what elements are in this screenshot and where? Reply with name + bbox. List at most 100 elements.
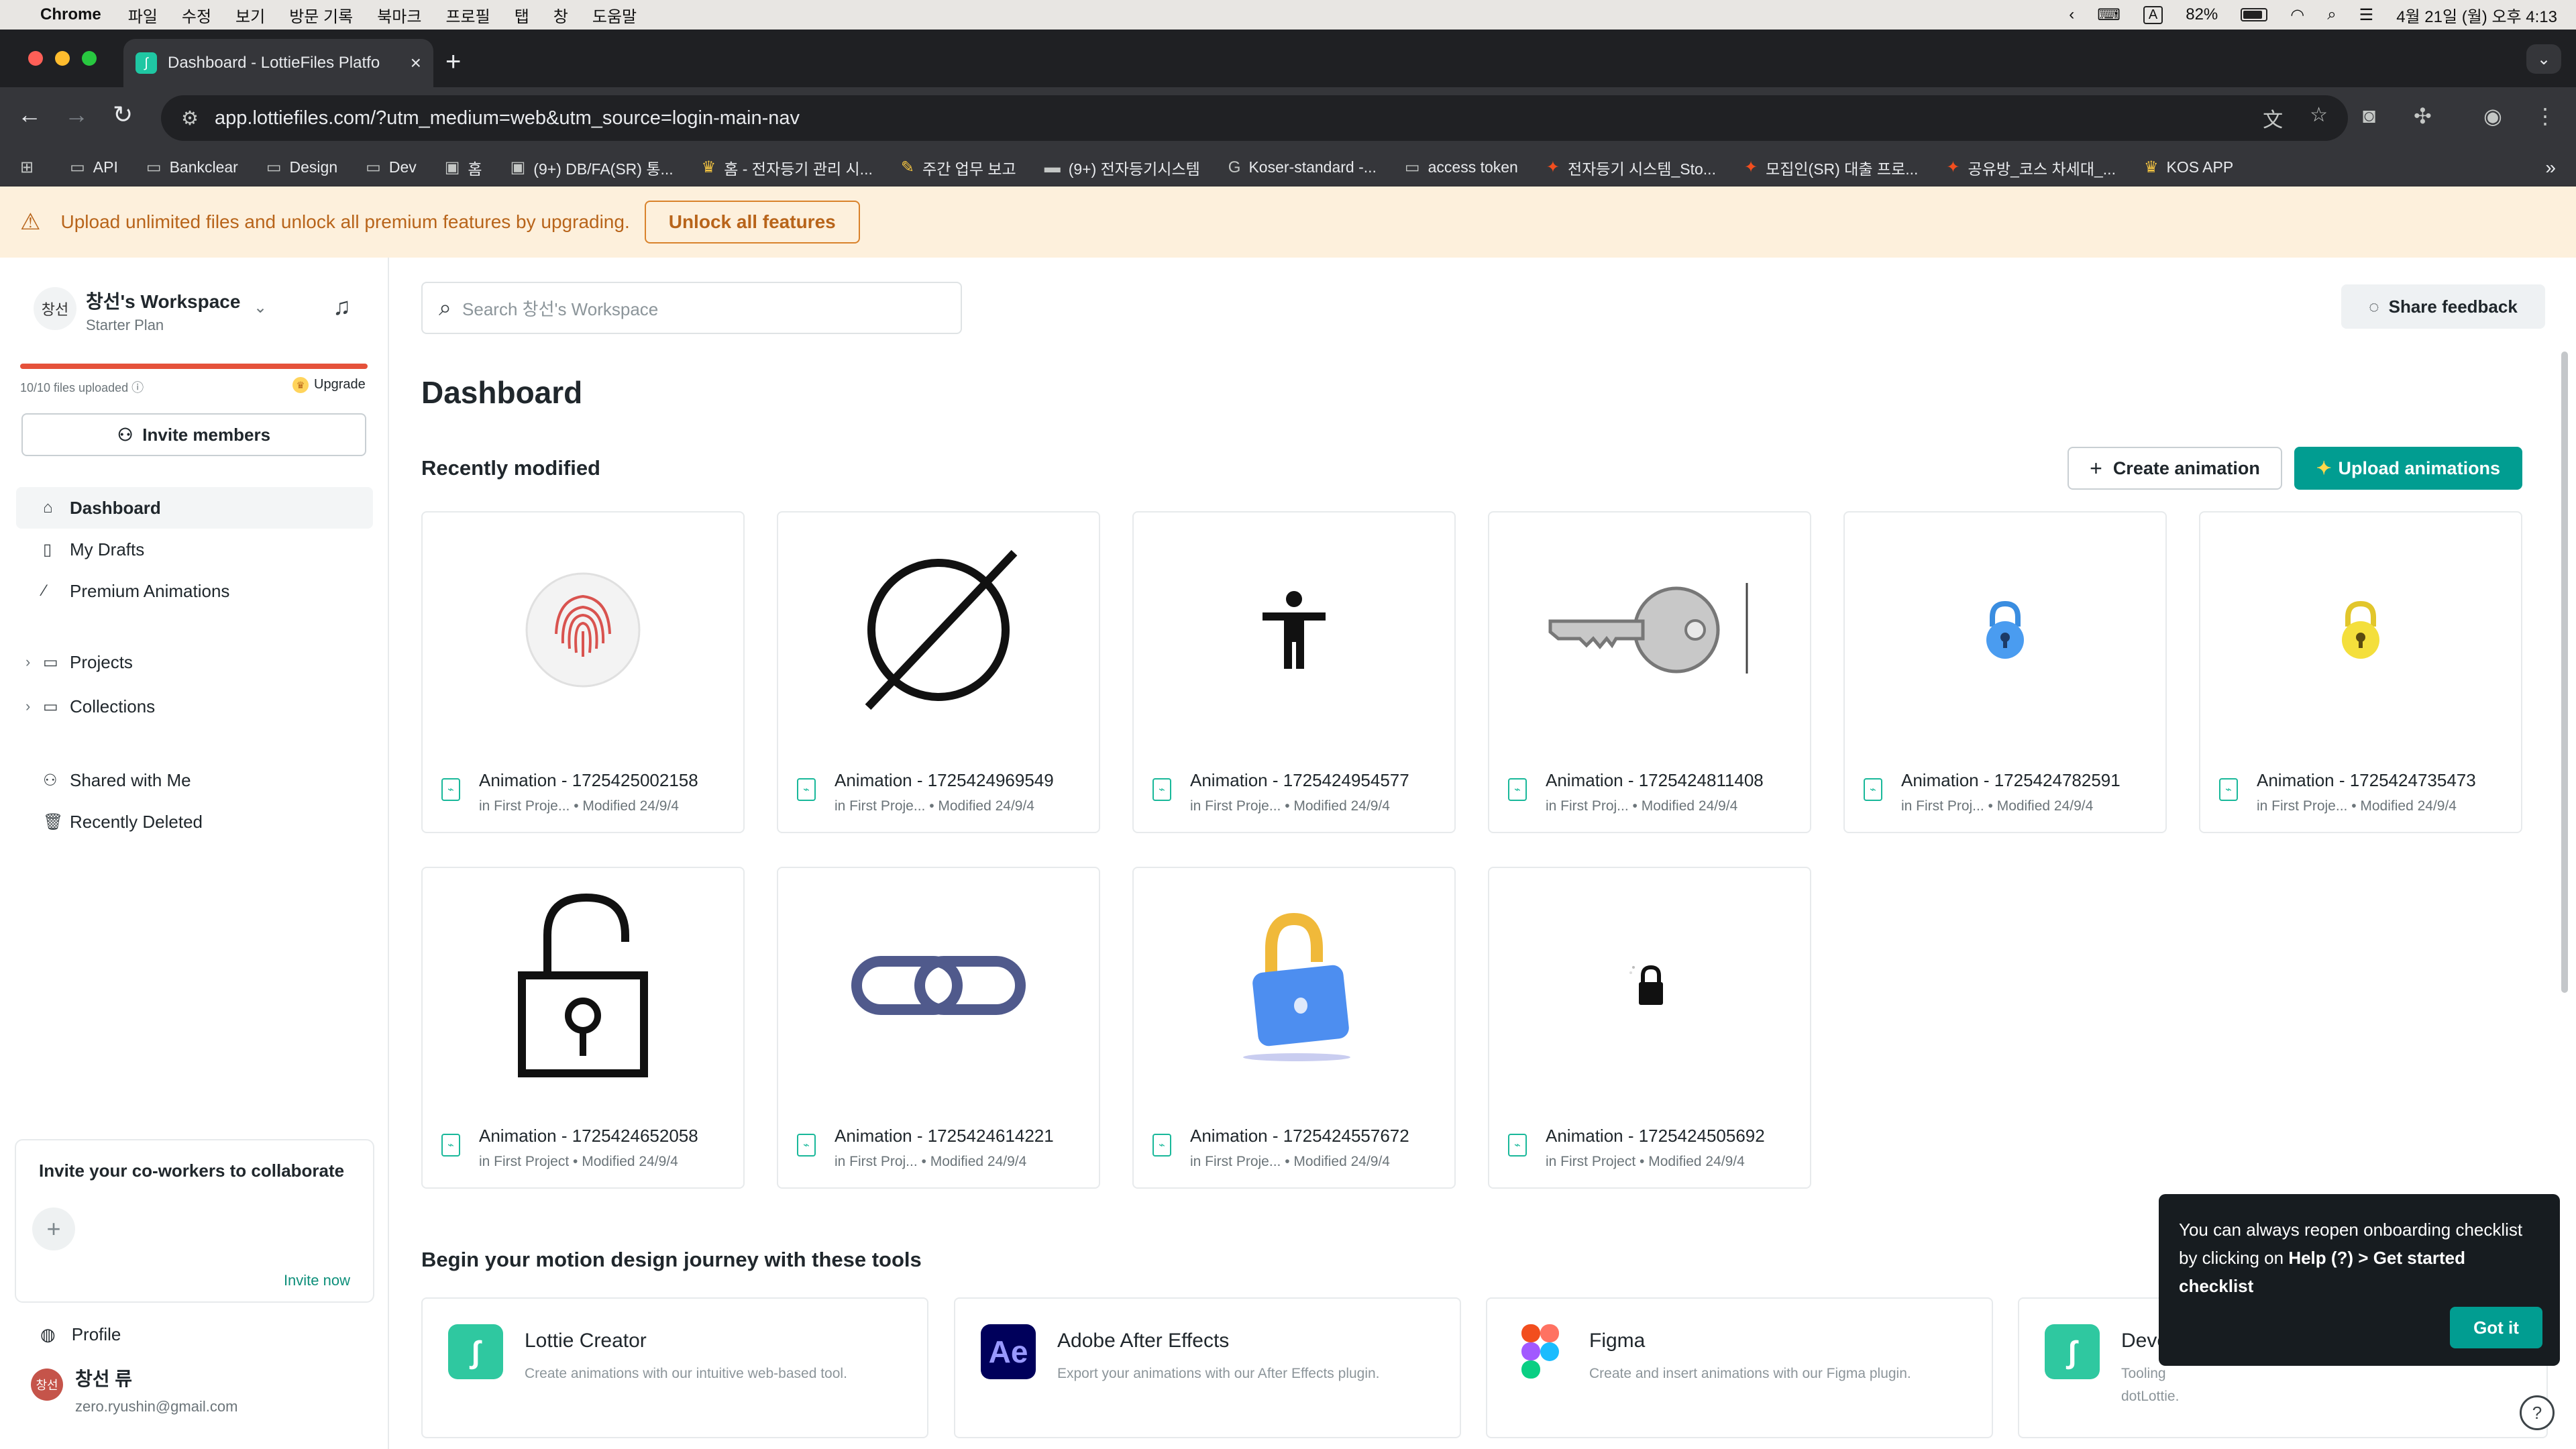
user-avatar[interactable]: 창선 [31,1368,63,1401]
new-tab-icon[interactable]: + [445,47,461,77]
sidebar-item-dashboard[interactable]: ⌂ Dashboard [16,487,373,529]
bookmark-star-icon[interactable]: ☆ [2310,103,2328,133]
info-icon[interactable]: ⓘ [131,381,144,394]
animation-card[interactable]: ⌁ Animation - 1725424505692 in First Pro… [1488,867,1811,1189]
animation-card[interactable]: ⌁ Animation - 1725424969549 in First Pro… [777,511,1100,833]
animation-card[interactable]: ⌁ Animation - 1725424557672 in First Pro… [1132,867,1456,1189]
bookmark-registry-admin[interactable]: ♛ 홈 - 전자등기 관리 시... [702,156,873,179]
menu-file[interactable]: 파일 [128,3,158,27]
app-menu-chrome[interactable]: Chrome [40,5,101,24]
chevron-right-icon[interactable]: › [25,653,30,671]
animation-name[interactable]: Animation - 1725424505692 [1546,1126,1765,1146]
browser-tab-active[interactable]: ∫ Dashboard - LottieFiles Platfo × [123,39,433,87]
bookmark-kos-app[interactable]: ♛ KOS APP [2144,158,2233,177]
profile-link[interactable]: ◍ Profile [40,1324,121,1345]
bookmark-loan-figma[interactable]: ✦ 모집인(SR) 대출 프로... [1744,156,1918,179]
animation-card[interactable]: ⌁ Animation - 1725424614221 in First Pro… [777,867,1100,1189]
apps-grid-icon[interactable]: ⊞ [20,158,42,177]
bookmark-shared-figma[interactable]: ✦ 공유방_코스 차세대_... [1946,156,2116,179]
workspace-search-input[interactable]: ⌕ Search 창선's Workspace [421,282,962,334]
sidebar-item-recently-deleted[interactable]: 🗑 Recently Deleted [16,801,373,843]
menu-profiles[interactable]: 프로필 [445,3,490,27]
back-arrow-icon[interactable]: ← [17,101,42,129]
sidebar-item-collections[interactable]: › ▭ Collections [16,686,373,727]
share-feedback-button[interactable]: ◌ Share feedback [2341,284,2545,329]
help-question-icon[interactable]: ? [2520,1395,2555,1430]
animation-card[interactable]: ⌁ Animation - 1725424735473 in First Pro… [2199,511,2522,833]
menu-help[interactable]: 도움말 [592,3,637,27]
bookmark-folder-access-token[interactable]: ▭ access token [1405,158,1518,177]
window-zoom-button[interactable] [82,51,97,66]
workspace-avatar[interactable]: 창선 [34,287,76,330]
got-it-button[interactable]: Got it [2450,1307,2542,1348]
sidebar-item-premium-animations[interactable]: ∕ Premium Animations [16,570,373,612]
site-settings-icon[interactable]: ⚙ [181,107,199,130]
animation-name[interactable]: Animation - 1725424811408 [1546,770,1764,791]
animation-card[interactable]: ⌁ Animation - 1725424954577 in First Pro… [1132,511,1456,833]
bookmark-folder-design[interactable]: ▭ Design [266,158,337,177]
animation-name[interactable]: Animation - 1725424614221 [835,1126,1054,1146]
bookmark-weekly-report[interactable]: ✎ 주간 업무 보고 [901,156,1016,179]
animation-name[interactable]: Animation - 1725425002158 [479,770,698,791]
bookmark-registry-system[interactable]: ▬ (9+) 전자등기시스템 [1044,156,1200,179]
invite-members-button[interactable]: ⚇ Invite members [21,413,366,456]
animation-name[interactable]: Animation - 1725424954577 [1190,770,1409,791]
input-source-icon[interactable]: A [2143,5,2163,24]
animation-name[interactable]: Animation - 1725424557672 [1190,1126,1409,1146]
bookmark-folder-bankclear[interactable]: ▭ Bankclear [146,158,238,177]
menu-view[interactable]: 보기 [235,3,265,27]
create-animation-button[interactable]: + Create animation [2068,447,2282,490]
tool-card-figma[interactable]: Figma Create and insert animations with … [1486,1297,1993,1438]
bookmark-registry-figma[interactable]: ✦ 전자등기 시스템_Sto... [1546,156,1716,179]
keyboard-icon[interactable]: ⌨ [2097,5,2121,25]
window-minimize-button[interactable] [55,51,70,66]
menu-edit[interactable]: 수정 [182,3,211,27]
bookmarks-overflow-icon[interactable]: » [2545,157,2556,178]
animation-card[interactable]: ⌁ Animation - 1725424782591 in First Pro… [1843,511,2167,833]
bookmark-home[interactable]: ▣ 홈 [445,156,482,179]
tool-card-after-effects[interactable]: Ae Adobe After Effects Export your anima… [954,1297,1461,1438]
upgrade-link[interactable]: ♛ Upgrade [292,377,366,393]
workspace-name[interactable]: 창선's Workspace [86,287,240,314]
bookmark-koser-standard[interactable]: G Koser-standard -... [1228,158,1377,177]
spotlight-search-icon[interactable]: ⌕ [2327,5,2336,24]
sidebar-item-shared-with-me[interactable]: ⚇ Shared with Me [16,759,373,801]
bookmark-folder-dev[interactable]: ▭ Dev [366,158,417,177]
camera-extension-icon[interactable]: ◙ [2363,103,2375,128]
unlock-features-button[interactable]: Unlock all features [644,201,860,244]
menu-window[interactable]: 창 [553,3,568,27]
address-bar[interactable]: ⚙ app.lottiefiles.com/?utm_medium=web&ut… [161,95,2348,141]
menu-history[interactable]: 방문 기록 [289,3,353,27]
notifications-bell-icon[interactable]: ♫ [333,292,351,321]
bookmark-db-fa[interactable]: ▣ (9+) DB/FA(SR) 통... [511,156,674,179]
wifi-icon[interactable]: ◠ [2290,5,2304,25]
menu-tab[interactable]: 탭 [515,3,529,27]
workspace-switcher-chevron-icon[interactable]: ⌄ [254,298,267,317]
chevron-right-icon[interactable]: › [25,698,30,715]
add-coworker-button[interactable]: + [32,1208,75,1250]
more-menu-icon[interactable]: ⋮ [2534,103,2556,129]
animation-name[interactable]: Animation - 1725424782591 [1901,770,2121,791]
tab-search-chevron-icon[interactable]: ⌄ [2526,44,2561,74]
page-scrollbar[interactable] [2561,352,2568,993]
tool-card-lottie-creator[interactable]: ∫ Lottie Creator Create animations with … [421,1297,928,1438]
profile-icon[interactable]: ◉ [2483,103,2502,129]
invite-now-link[interactable]: Invite now [284,1272,350,1289]
battery-icon[interactable] [2241,8,2268,21]
animation-name[interactable]: Animation - 1725424969549 [835,770,1054,791]
chevron-left-icon[interactable]: ‹ [2069,5,2074,24]
tab-close-icon[interactable]: × [411,52,421,74]
menu-bar-clock[interactable]: 4월 21일 (월) 오후 4:13 [2396,3,2557,27]
forward-arrow-icon[interactable]: → [64,101,89,129]
animation-card[interactable]: ⌁ Animation - 1725424652058 in First Pro… [421,867,745,1189]
reload-icon[interactable]: ↻ [113,101,133,129]
animation-card[interactable]: ⌁ Animation - 1725424811408 in First Pro… [1488,511,1811,833]
animation-name[interactable]: Animation - 1725424652058 [479,1126,698,1146]
extensions-puzzle-icon[interactable]: ✣ [2414,103,2432,129]
menu-bookmarks[interactable]: 북마크 [377,3,421,27]
window-close-button[interactable] [28,51,43,66]
sidebar-item-projects[interactable]: › ▭ Projects [16,641,373,683]
sidebar-item-my-drafts[interactable]: ▯ My Drafts [16,529,373,570]
translate-icon[interactable]: 文 [2263,103,2283,133]
animation-name[interactable]: Animation - 1725424735473 [2257,770,2476,791]
